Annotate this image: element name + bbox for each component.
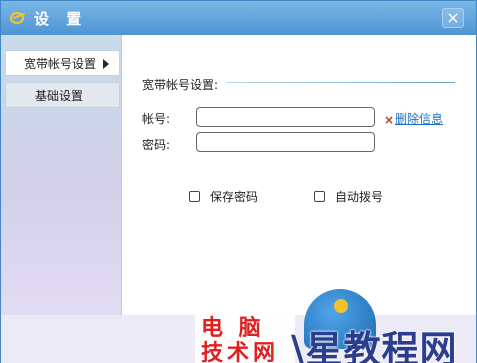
auto-dial-label[interactable]: 自动拨号 — [335, 188, 383, 205]
sidebar-item-broadband-account[interactable]: 宽带帐号设置 — [5, 50, 120, 76]
watermark-line-2: 技术网 — [201, 340, 280, 363]
app-logo-icon — [10, 11, 25, 25]
password-input[interactable] — [196, 132, 375, 152]
arrow-right-icon — [103, 59, 109, 69]
save-password-checkbox[interactable] — [189, 191, 200, 202]
section-divider — [227, 82, 455, 83]
watermark-blue: \星教程网 — [291, 328, 458, 363]
section-title: 宽带帐号设置: — [142, 78, 219, 92]
decorative-dot-image — [334, 299, 348, 313]
delete-mark-icon: × — [384, 113, 395, 127]
delete-info-link[interactable]: 删除信息 — [395, 110, 443, 127]
auto-dial-checkbox[interactable] — [314, 191, 325, 202]
account-input[interactable] — [196, 107, 375, 127]
window-title: 设 置 — [34, 10, 88, 28]
save-password-label[interactable]: 保存密码 — [210, 188, 258, 205]
title-bar[interactable]: 设 置 × — [1, 1, 476, 35]
account-label: 帐号: — [142, 112, 171, 126]
sidebar-item-basic-settings[interactable]: 基础设置 — [5, 82, 120, 108]
watermark-red: 电 脑 技术网 — [195, 308, 295, 363]
close-button[interactable]: × — [442, 8, 464, 28]
settings-content: 宽带帐号设置: 帐号: × 删除信息 密码: 保存密码 自动拨号 — [122, 35, 476, 315]
password-label: 密码: — [142, 138, 171, 152]
sidebar-item-label: 宽带帐号设置 — [24, 57, 97, 71]
settings-window: 设 置 × 宽带帐号设置 基础设置 宽带帐号设置: 帐号: × 删除信息 密码:… — [0, 0, 477, 363]
sidebar-item-label: 基础设置 — [35, 89, 84, 103]
settings-sidebar: 宽带帐号设置 基础设置 — [1, 35, 122, 315]
